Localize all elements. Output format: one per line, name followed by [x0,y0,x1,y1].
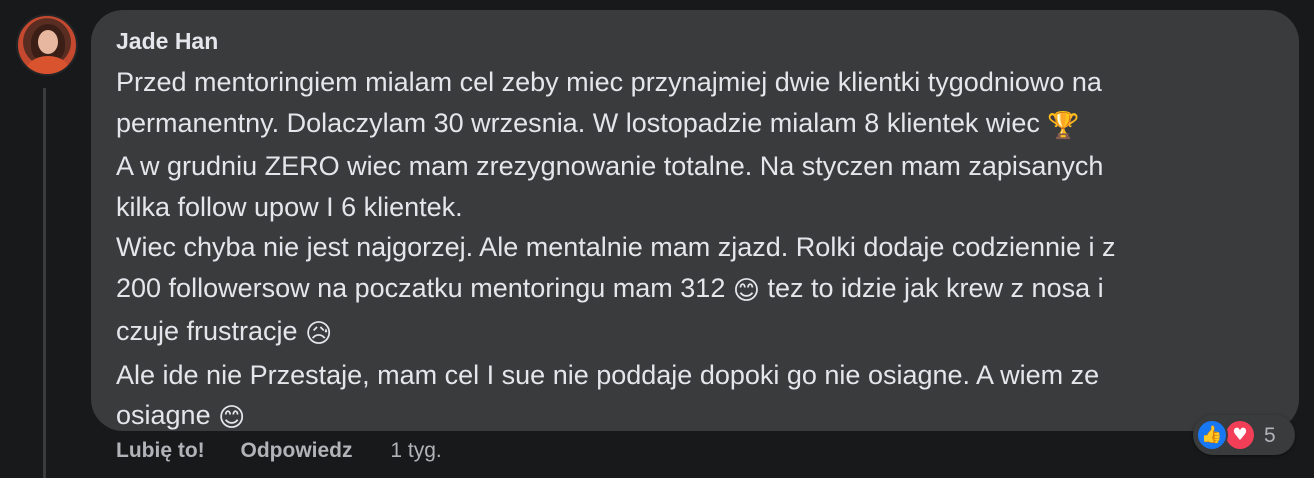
love-reaction-icon: ♥ [1224,419,1256,451]
smiling-face-icon: 😊 [732,275,760,306]
like-button[interactable]: Lubię to! [116,439,205,462]
comment-line: A w grudniu ZERO wiec mam zrezygnowanie … [116,146,1286,187]
comment-text: Przed mentoringiem mialam cel zeby miec … [116,62,1286,439]
reply-button[interactable]: Odpowiedz [241,439,353,462]
comment-line-text: czuje frustracje [116,316,306,346]
comment-line-text: Przed mentoringiem mialam cel zeby miec … [116,67,1102,97]
avatar[interactable] [16,14,78,76]
smiling-face-icon: 😊 [218,403,246,433]
timestamp[interactable]: 1 tyg. [390,439,441,462]
comment-line: Ale ide nie Przestaje, mam cel I sue nie… [116,355,1286,396]
reaction-count: 5 [1264,424,1276,447]
trophy-icon: 🏆 [1047,110,1080,141]
comment-line-text: permanentny. Dolaczylam 30 wrzesnia. W l… [116,107,1048,138]
comment-line: Wiec chyba nie jest najgorzej. Ale menta… [116,227,1286,268]
comment-line-text: Ale ide nie Przestaje, mam cel I sue nie… [116,359,1100,390]
comment-line-text: Wiec chyba nie jest najgorzej. Ale menta… [116,232,1116,262]
comment-line: czuje frustracje 😥 [116,311,1286,355]
comment-line-text: A w grudniu ZERO wiec mam zrezygnowanie … [116,151,1104,181]
comment-line: osiagne 😊 [116,395,1286,439]
comment-line: 200 followersow na poczatku mentoringu m… [116,268,1286,312]
thread-line [43,88,46,478]
comment-line: Przed mentoringiem mialam cel zeby miec … [116,62,1286,103]
reactions-summary[interactable]: 👍 ♥ 5 [1193,415,1295,455]
avatar-face [38,30,58,54]
sad-relieved-face-icon: 😥 [305,319,333,349]
like-reaction-icon: 👍 [1196,419,1228,451]
comment-line: permanentny. Dolaczylam 30 wrzesnia. W l… [116,103,1286,147]
comment-actions: Lubię to! Odpowiedz 1 tyg. [116,439,442,463]
comment-line-text: kilka follow upow I 6 klientek. [116,191,463,222]
comment-author[interactable]: Jade Han [116,28,218,55]
comment-line: kilka follow upow I 6 klientek. [116,187,1286,228]
comment-line-text: osiagne [116,400,219,430]
comment-line-text: tez to idzie jak krew z nosa i [759,272,1104,303]
comment-line-text: 200 followersow na poczatku mentoringu m… [116,272,733,303]
avatar-body [26,56,70,74]
